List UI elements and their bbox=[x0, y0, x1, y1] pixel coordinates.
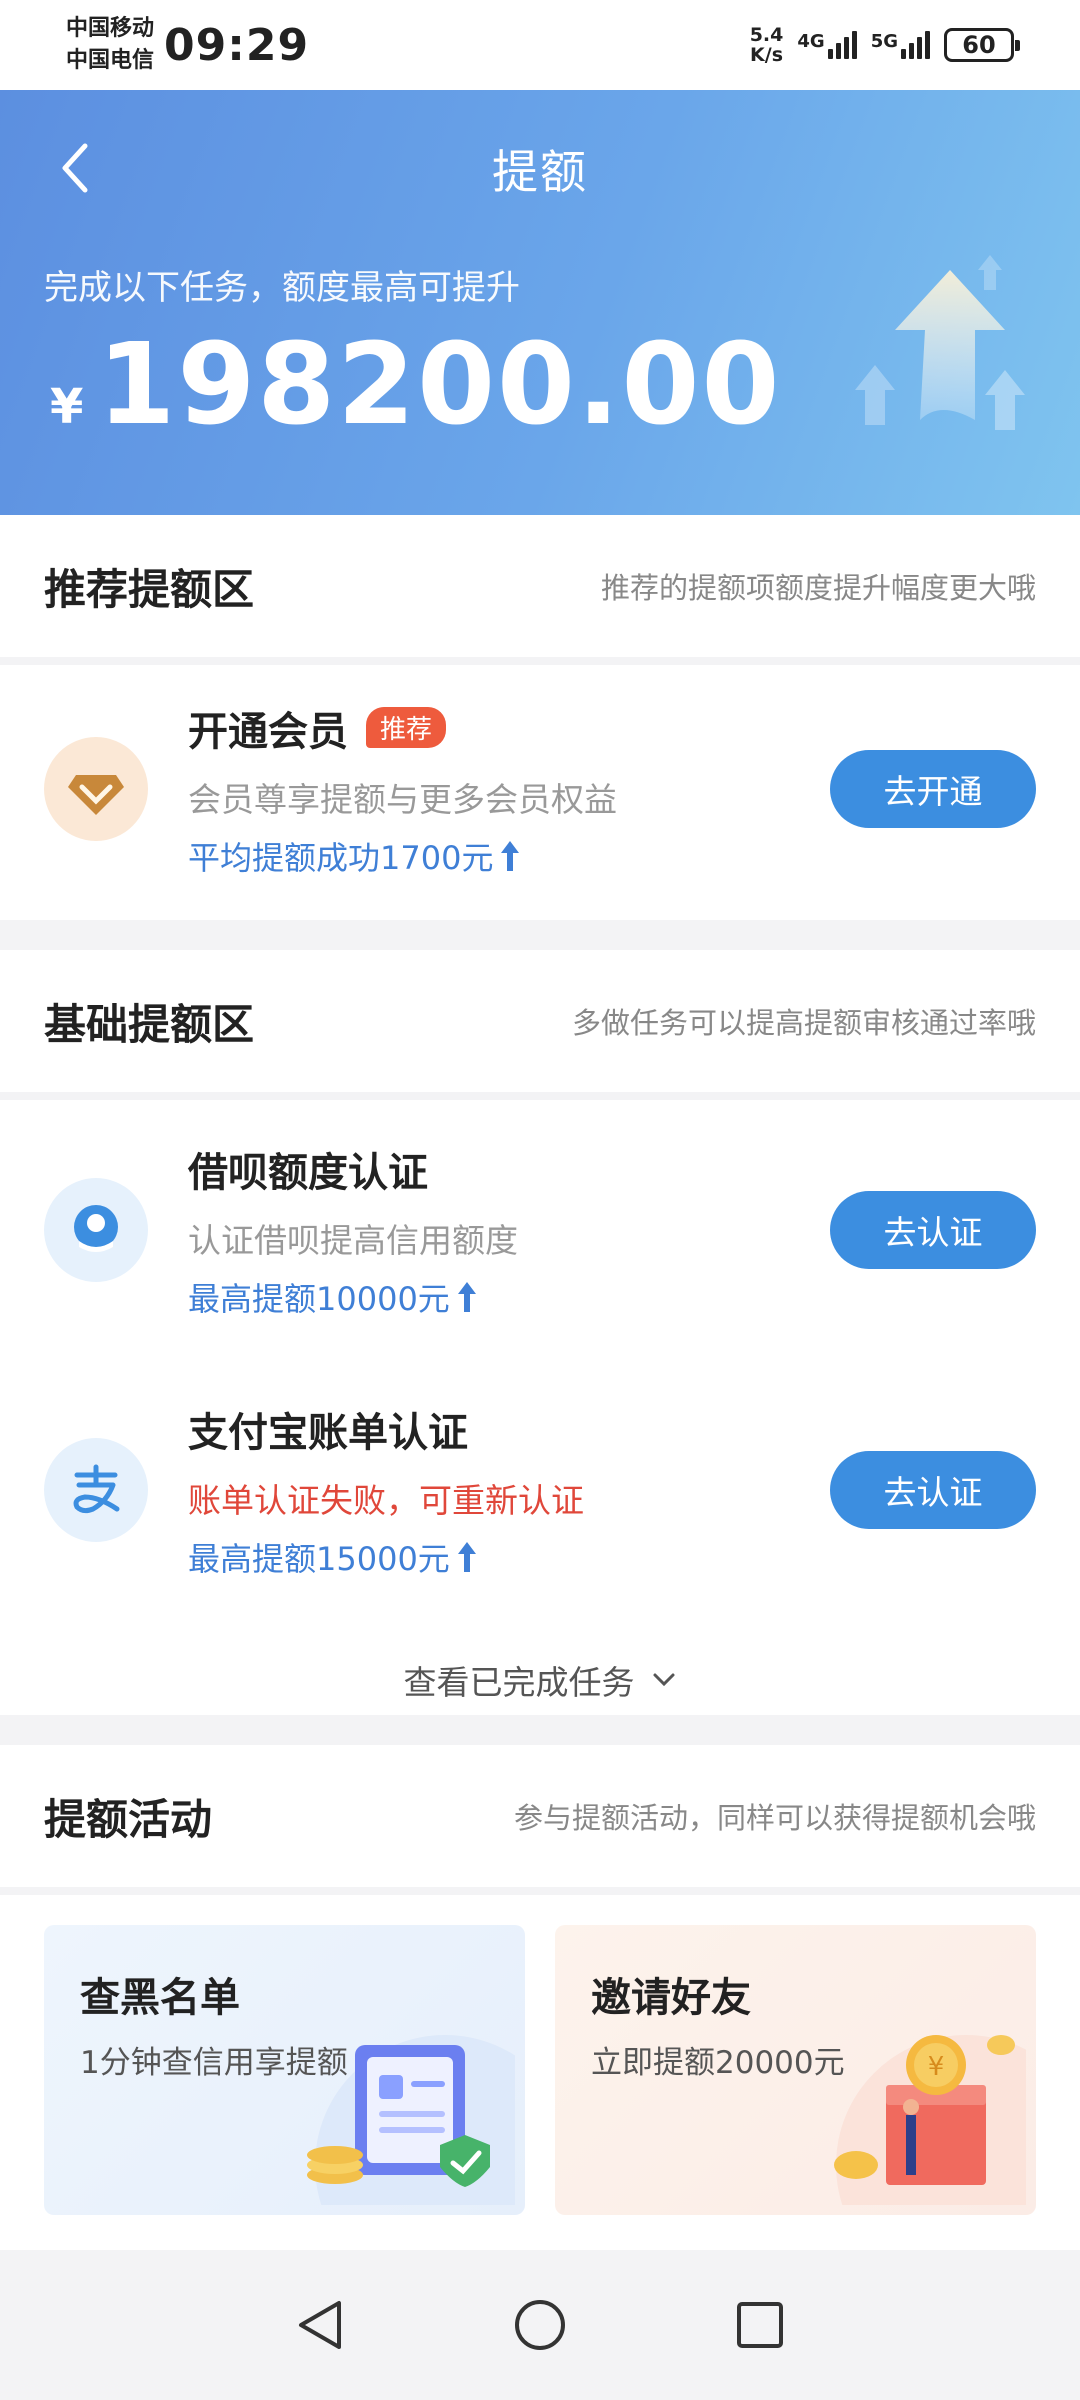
signal-5g-icon: 5G bbox=[871, 31, 930, 59]
view-completed-label: 查看已完成任务 bbox=[403, 1663, 635, 1702]
status-icons: 5.4 K/s 4G 5G 60 bbox=[750, 25, 1020, 65]
up-arrow-icon bbox=[457, 1542, 476, 1572]
clock: 09:29 bbox=[164, 19, 310, 71]
network-speed: 5.4 K/s bbox=[750, 25, 784, 65]
recommended-header: 推荐提额区 推荐的提额项额度提升幅度更大哦 bbox=[0, 515, 1080, 665]
vip-diamond-icon bbox=[44, 736, 148, 841]
signal-4g-label: 4G bbox=[797, 31, 825, 52]
carrier-1: 中国移动 bbox=[66, 16, 155, 41]
task-name: 开通会员 推荐 bbox=[188, 699, 1080, 757]
max-amount: ¥ 198200.00 bbox=[50, 320, 781, 450]
nav-recents-button[interactable] bbox=[725, 2290, 795, 2360]
status-bar: 中国移动 中国电信 09:29 5.4 K/s 4G 5G 60 bbox=[0, 0, 1080, 90]
circle-home-icon bbox=[515, 2300, 565, 2350]
screen: 中国移动 中国电信 09:29 5.4 K/s 4G 5G 60 提额 完成以下… bbox=[0, 0, 1080, 2400]
rising-arrows-icon bbox=[855, 255, 1025, 430]
activity-cards: 查黑名单 1分钟查信用享提额 邀请好友 立即提额20000元 ¥ bbox=[0, 1895, 1080, 2245]
section-desc: 参与提额活动，同样可以获得提额机会哦 bbox=[513, 1801, 1036, 1835]
task-name-text: 借呗额度认证 bbox=[188, 1150, 428, 1196]
task-hint-text: 最高提额15000元 bbox=[188, 1540, 450, 1578]
basic-header: 基础提额区 多做任务可以提高提额审核通过率哦 bbox=[0, 950, 1080, 1100]
header-banner: 提额 完成以下任务，额度最高可提升 ¥ 198200.00 bbox=[0, 90, 1080, 515]
task-hint-text: 最高提额10000元 bbox=[188, 1280, 450, 1318]
triangle-back-icon bbox=[299, 2301, 341, 2349]
network-speed-unit: K/s bbox=[750, 44, 784, 66]
amount-value: 198200.00 bbox=[97, 320, 782, 450]
basic-section: 基础提额区 多做任务可以提高提额审核通过率哦 借呗额度认证 认证借呗提高信用额度… bbox=[0, 950, 1080, 1715]
section-title: 提额活动 bbox=[44, 1794, 213, 1844]
task-alipay-bill: 支付宝账单认证 账单认证失败，可重新认证 最高提额15000元 去认证 bbox=[0, 1360, 1080, 1620]
view-completed-tasks[interactable]: 查看已完成任务 bbox=[0, 1620, 1080, 1740]
section-title: 基础提额区 bbox=[44, 999, 255, 1049]
carrier-info: 中国移动 中国电信 bbox=[66, 13, 154, 77]
verify-jiebei-button[interactable]: 去认证 bbox=[830, 1191, 1036, 1269]
task-hint-text: 平均提额成功1700元 bbox=[188, 838, 494, 877]
task-name: 借呗额度认证 bbox=[188, 1140, 1080, 1198]
gift-coins-icon: ¥ bbox=[834, 2035, 1026, 2205]
task-jiebei: 借呗额度认证 认证借呗提高信用额度 最高提额10000元 去认证 bbox=[0, 1100, 1080, 1360]
verify-alipay-button[interactable]: 去认证 bbox=[830, 1451, 1036, 1529]
nav-back-button[interactable] bbox=[285, 2290, 355, 2360]
carrier-2: 中国电信 bbox=[66, 48, 155, 73]
task-name-text: 支付宝账单认证 bbox=[188, 1410, 468, 1456]
up-arrow-icon bbox=[457, 1282, 476, 1312]
task-vip: 开通会员 推荐 会员尊享提额与更多会员权益 平均提额成功1700元 去开通 bbox=[0, 665, 1080, 912]
nav-home-button[interactable] bbox=[505, 2290, 575, 2360]
square-recents-icon bbox=[737, 2302, 783, 2348]
section-desc: 推荐的提额项额度提升幅度更大哦 bbox=[600, 571, 1036, 605]
up-arrow-icon bbox=[501, 840, 520, 871]
page-title: 提额 bbox=[492, 145, 588, 199]
battery-icon: 60 bbox=[944, 28, 1020, 62]
jiebei-icon bbox=[44, 1178, 148, 1282]
svg-text:¥: ¥ bbox=[928, 2052, 945, 2082]
task-hint: 最高提额15000元 bbox=[188, 1534, 1080, 1580]
battery-level: 60 bbox=[962, 31, 996, 59]
activities-section: 提额活动 参与提额活动，同样可以获得提额机会哦 查黑名单 1分钟查信用享提额 邀… bbox=[0, 1745, 1080, 2250]
currency-symbol: ¥ bbox=[50, 379, 84, 435]
section-desc: 多做任务可以提高提额审核通过率哦 bbox=[571, 1006, 1036, 1040]
header-subtitle: 完成以下任务，额度最高可提升 bbox=[44, 268, 520, 308]
credit-report-icon bbox=[307, 2035, 515, 2205]
alipay-icon bbox=[44, 1438, 148, 1542]
recommended-section: 推荐提额区 推荐的提额项额度提升幅度更大哦 开通会员 推荐 会员尊享提额与更多会… bbox=[0, 515, 1080, 920]
system-nav-bar bbox=[0, 2250, 1080, 2400]
network-speed-value: 5.4 bbox=[749, 24, 784, 46]
task-name-text: 开通会员 bbox=[188, 708, 348, 755]
invite-friends-card[interactable]: 邀请好友 立即提额20000元 ¥ bbox=[555, 1925, 1036, 2215]
task-hint: 最高提额10000元 bbox=[188, 1274, 1080, 1320]
task-name: 支付宝账单认证 bbox=[188, 1400, 1080, 1458]
activities-header: 提额活动 参与提额活动，同样可以获得提额机会哦 bbox=[0, 1745, 1080, 1895]
section-title: 推荐提额区 bbox=[44, 564, 255, 614]
chevron-down-icon bbox=[653, 1673, 674, 1687]
open-vip-button[interactable]: 去开通 bbox=[830, 749, 1036, 828]
signal-5g-label: 5G bbox=[870, 31, 898, 52]
recommend-tag: 推荐 bbox=[366, 707, 447, 748]
signal-4g-icon: 4G bbox=[797, 31, 857, 59]
blacklist-check-card[interactable]: 查黑名单 1分钟查信用享提额 bbox=[44, 1925, 525, 2215]
task-hint: 平均提额成功1700元 bbox=[188, 833, 1080, 879]
